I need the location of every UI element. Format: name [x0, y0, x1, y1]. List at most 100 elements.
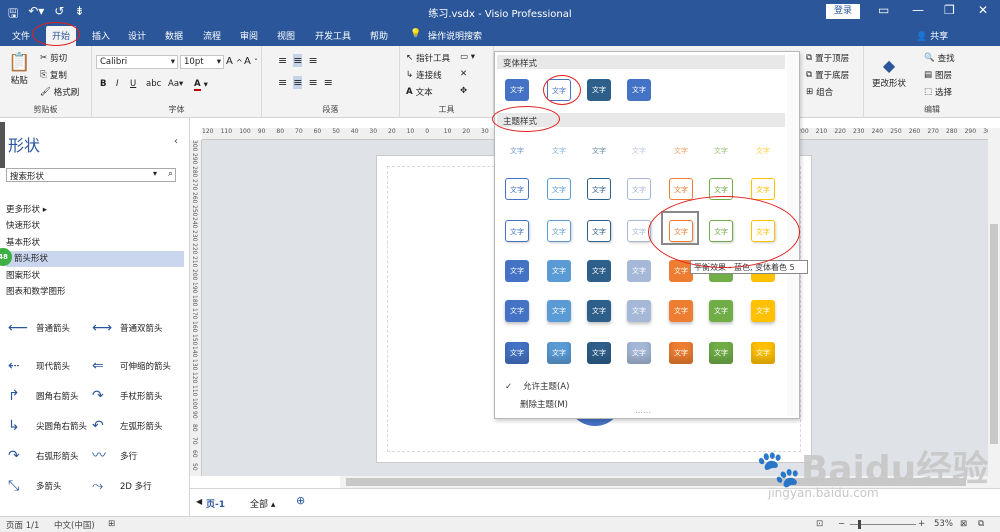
stencil-item[interactable]: ⤡ 多箭头	[8, 479, 62, 493]
theme-style-tile[interactable]: 文字	[587, 342, 611, 364]
theme-style-tile[interactable]: 文字	[547, 260, 571, 282]
page-nav-left-icon[interactable]: ◀	[196, 497, 202, 506]
tab-data[interactable]: 数据	[165, 29, 183, 42]
close-icon[interactable]: ✕	[460, 69, 467, 79]
stencil-item[interactable]: ↷ 右弧形箭头	[8, 449, 79, 463]
zoom-slider-thumb[interactable]	[858, 520, 861, 529]
resize-grip-icon[interactable]: ⋯⋯	[635, 408, 651, 417]
bring-to-front-button[interactable]: ⧉ 置于顶层	[806, 52, 849, 64]
align-top-icon[interactable]: ≡	[278, 54, 287, 67]
font-shrink-button[interactable]: Aˇ	[244, 56, 258, 67]
stencil-item[interactable]: ⇠ 现代箭头	[8, 359, 70, 373]
variant-style-tile[interactable]: 文字	[627, 79, 651, 101]
zoom-level[interactable]: 53%	[934, 519, 953, 529]
theme-style-tile[interactable]: 文字	[669, 178, 693, 200]
theme-style-tile[interactable]: 文字	[587, 300, 611, 322]
theme-style-tile[interactable]: 文字	[547, 178, 571, 200]
theme-style-tile[interactable]: 文字	[547, 300, 571, 322]
stencil-quick-shapes[interactable]: 快速形状	[6, 218, 184, 234]
theme-style-tile[interactable]: 文字	[709, 300, 733, 322]
stencil-item[interactable]: ⟷ 普通双箭头	[92, 321, 163, 335]
theme-style-tile[interactable]: 文字	[627, 300, 651, 322]
theme-style-tile[interactable]: 文字	[547, 342, 571, 364]
underline-button[interactable]: U	[130, 79, 136, 89]
stencil-item[interactable]: ↷ 手杖形箭头	[92, 389, 163, 403]
connector-button[interactable]: ↳ 连接线	[406, 69, 442, 81]
theme-style-tile[interactable]: 文字	[587, 260, 611, 282]
group-button[interactable]: ⊞ 组合	[806, 86, 833, 98]
font-color-button[interactable]: A ▾	[194, 79, 208, 91]
login-button[interactable]: 登录	[826, 4, 860, 19]
search-icon[interactable]: ⌕	[168, 169, 173, 179]
tab-help[interactable]: 帮助	[370, 29, 388, 42]
fit-page-icon[interactable]: ⊡	[816, 519, 823, 529]
switch-window-icon[interactable]: ⧉	[978, 519, 984, 529]
vertical-scrollbar[interactable]	[988, 128, 1000, 488]
theme-style-tile[interactable]: 文字	[627, 140, 651, 162]
theme-style-tile[interactable]: 文字	[547, 220, 571, 242]
justify-icon[interactable]: ≡	[324, 76, 333, 89]
theme-style-tile[interactable]: 文字	[709, 342, 733, 364]
more-shapes-menu[interactable]: 更多形状 ▸	[6, 202, 184, 218]
theme-style-tile[interactable]: 文字	[751, 342, 775, 364]
stencil-pattern-shapes[interactable]: 图案形状	[6, 268, 184, 284]
variant-style-tile[interactable]: 文字	[587, 79, 611, 101]
copy-button[interactable]: ⎘ 复制	[40, 69, 67, 81]
collapse-panel-icon[interactable]: ‹	[174, 136, 178, 147]
theme-style-tile[interactable]: 文字	[627, 178, 651, 200]
select-button[interactable]: ⬚ 选择	[924, 86, 952, 98]
restore-icon[interactable]: ❐	[944, 3, 955, 17]
stencil-item[interactable]: ⇐ 可伸缩的箭头	[92, 359, 171, 373]
theme-style-tile[interactable]: 文字	[669, 300, 693, 322]
find-button[interactable]: 🔍 查找	[924, 52, 955, 64]
tab-developer[interactable]: 开发工具	[315, 29, 351, 42]
change-shape-button[interactable]: ◆ 更改形状	[872, 56, 906, 89]
stencil-charts-math[interactable]: 图表和数学图形	[6, 284, 184, 300]
cut-button[interactable]: ✂ 剪切	[40, 52, 67, 64]
stencil-item[interactable]: ↶ 左弧形箭头	[92, 419, 163, 433]
theme-style-tile[interactable]: 文字	[709, 140, 733, 162]
scroll-thumb[interactable]	[990, 224, 998, 444]
italic-button[interactable]: I	[116, 79, 119, 89]
share-button[interactable]: 👤 共享	[916, 29, 948, 42]
tell-me-search[interactable]: 操作说明搜索	[428, 29, 482, 42]
align-right-icon[interactable]: ≡	[308, 76, 317, 89]
theme-style-tile[interactable]: 文字	[587, 178, 611, 200]
all-pages-button[interactable]: 全部 ▴	[250, 497, 275, 510]
stencil-item[interactable]: ⤳ 2D 多行	[92, 479, 152, 493]
pointer-tool-button[interactable]: ↖ 指针工具	[406, 52, 450, 64]
remove-themes-option[interactable]: 删除主题(M)	[520, 398, 568, 410]
tab-review[interactable]: 审阅	[240, 29, 258, 42]
tab-design[interactable]: 设计	[128, 29, 146, 42]
tab-process[interactable]: 流程	[203, 29, 221, 42]
tab-insert[interactable]: 插入	[92, 29, 110, 42]
stencil-item[interactable]: ↳ 尖圆角右箭头	[8, 419, 87, 433]
stencil-item[interactable]: 〰 多行	[92, 449, 137, 463]
theme-style-tile[interactable]: 文字	[751, 140, 775, 162]
macro-icon[interactable]: ⊞	[108, 519, 115, 529]
connection-point-icon[interactable]: ✥	[460, 86, 467, 96]
stencil-basic-shapes[interactable]: 基本形状	[6, 235, 184, 251]
add-page-icon[interactable]: ⊕	[296, 494, 305, 507]
theme-style-tile[interactable]: 文字	[505, 178, 529, 200]
tab-file[interactable]: 文件	[12, 29, 30, 42]
rectangle-tool-icon[interactable]: ▭ ▾	[460, 52, 475, 62]
allow-themes-option[interactable]: ✓ 允许主题(A)	[505, 380, 569, 392]
theme-style-tile[interactable]: 文字	[627, 260, 651, 282]
variant-style-tile[interactable]: 文字	[505, 79, 529, 101]
strikethrough-button[interactable]: abc	[146, 79, 161, 89]
close-icon[interactable]: ✕	[978, 3, 988, 17]
theme-style-tile[interactable]: 文字	[505, 140, 529, 162]
theme-style-tile[interactable]: 文字	[505, 300, 529, 322]
align-bottom-icon[interactable]: ≡	[308, 54, 317, 67]
zoom-in-icon[interactable]: +	[918, 519, 925, 529]
search-shapes-input[interactable]: 搜索形状 ▾ ⌕	[6, 168, 176, 182]
theme-style-tile[interactable]: 文字	[751, 300, 775, 322]
font-size-select[interactable]: 10pt ▾	[180, 55, 224, 69]
font-grow-button[interactable]: A ^	[226, 56, 243, 67]
chevron-down-icon[interactable]: ▾	[153, 169, 157, 178]
theme-style-tile[interactable]: 文字	[547, 140, 571, 162]
stencil-item[interactable]: ⟵ 普通箭头	[8, 321, 70, 335]
align-center-icon[interactable]: ≡	[293, 76, 303, 89]
page-indicator[interactable]: 页面 1/1	[6, 519, 39, 531]
